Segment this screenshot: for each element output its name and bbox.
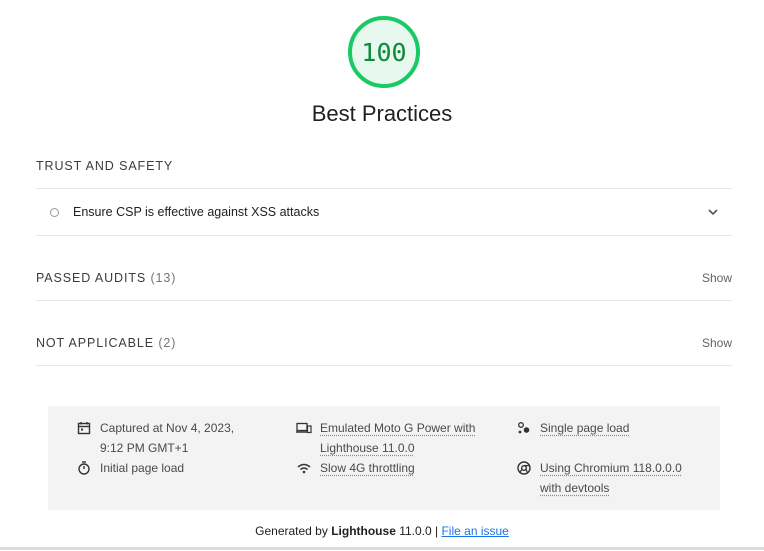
show-passed-audits-button[interactable]: Show: [702, 271, 732, 285]
bottom-border: [0, 547, 764, 550]
category-title: Best Practices: [311, 101, 453, 126]
group-title-trust-and-safety: TRUST AND SAFETY: [36, 159, 174, 173]
score-value: 100: [361, 37, 407, 67]
divider: [36, 235, 732, 236]
divider: [36, 365, 732, 366]
show-not-applicable-button[interactable]: Show: [702, 336, 732, 350]
wifi-icon: [297, 463, 311, 474]
audit-row-csp-xss[interactable]: Ensure CSP is effective against XSS atta…: [36, 189, 732, 235]
score-gauge: 100: [348, 16, 420, 88]
audit-title: Ensure CSP is effective against XSS atta…: [73, 205, 320, 219]
lighthouse-version: 11.0.0 |: [395, 524, 442, 538]
devices-icon: [296, 422, 312, 434]
group-title-not-applicable: NOT APPLICABLE (2): [36, 336, 176, 350]
file-issue-link[interactable]: File an issue: [441, 524, 508, 538]
meta-text[interactable]: Single page load: [540, 418, 629, 438]
chromium-icon: [517, 461, 531, 475]
generated-by: Generated by Lighthouse 11.0.0 | File an…: [0, 524, 764, 538]
meta-single-load: Single page load: [516, 418, 706, 438]
meta-throttling: Slow 4G throttling: [296, 458, 486, 478]
group-label: PASSED AUDITS: [36, 271, 147, 285]
meta-device: Emulated Moto G Power with Lighthouse 11…: [296, 418, 486, 458]
stopwatch-icon: [78, 461, 90, 475]
meta-text[interactable]: Slow 4G throttling: [320, 458, 415, 478]
group-title-passed-audits: PASSED AUDITS (13): [36, 271, 176, 285]
calendar-icon: [77, 422, 91, 435]
informative-audit-icon: [50, 207, 59, 217]
lighthouse-name: Lighthouse: [331, 524, 396, 538]
runtime-settings: Captured at Nov 4, 2023, 9:12 PM GMT+1 I…: [48, 406, 720, 510]
meta-text[interactable]: Using Chromium 118.0.0.0 with devtools: [540, 458, 706, 498]
group-count: (2): [158, 336, 177, 350]
generated-prefix: Generated by: [255, 524, 332, 538]
meta-browser: Using Chromium 118.0.0.0 with devtools: [516, 458, 706, 498]
group-count: (13): [150, 271, 177, 285]
meta-text: Initial page load: [100, 461, 185, 475]
meta-text: Captured at Nov 4, 2023, 9:12 PM GMT+1: [100, 421, 235, 455]
chevron-down-icon[interactable]: [706, 205, 720, 219]
meta-captured: Captured at Nov 4, 2023, 9:12 PM GMT+1: [76, 418, 256, 458]
group-label: NOT APPLICABLE: [36, 336, 154, 350]
divider: [36, 300, 732, 301]
meta-initial-load: Initial page load: [76, 458, 256, 478]
meta-text[interactable]: Emulated Moto G Power with Lighthouse 11…: [320, 418, 486, 458]
single-page-icon: [518, 422, 530, 434]
